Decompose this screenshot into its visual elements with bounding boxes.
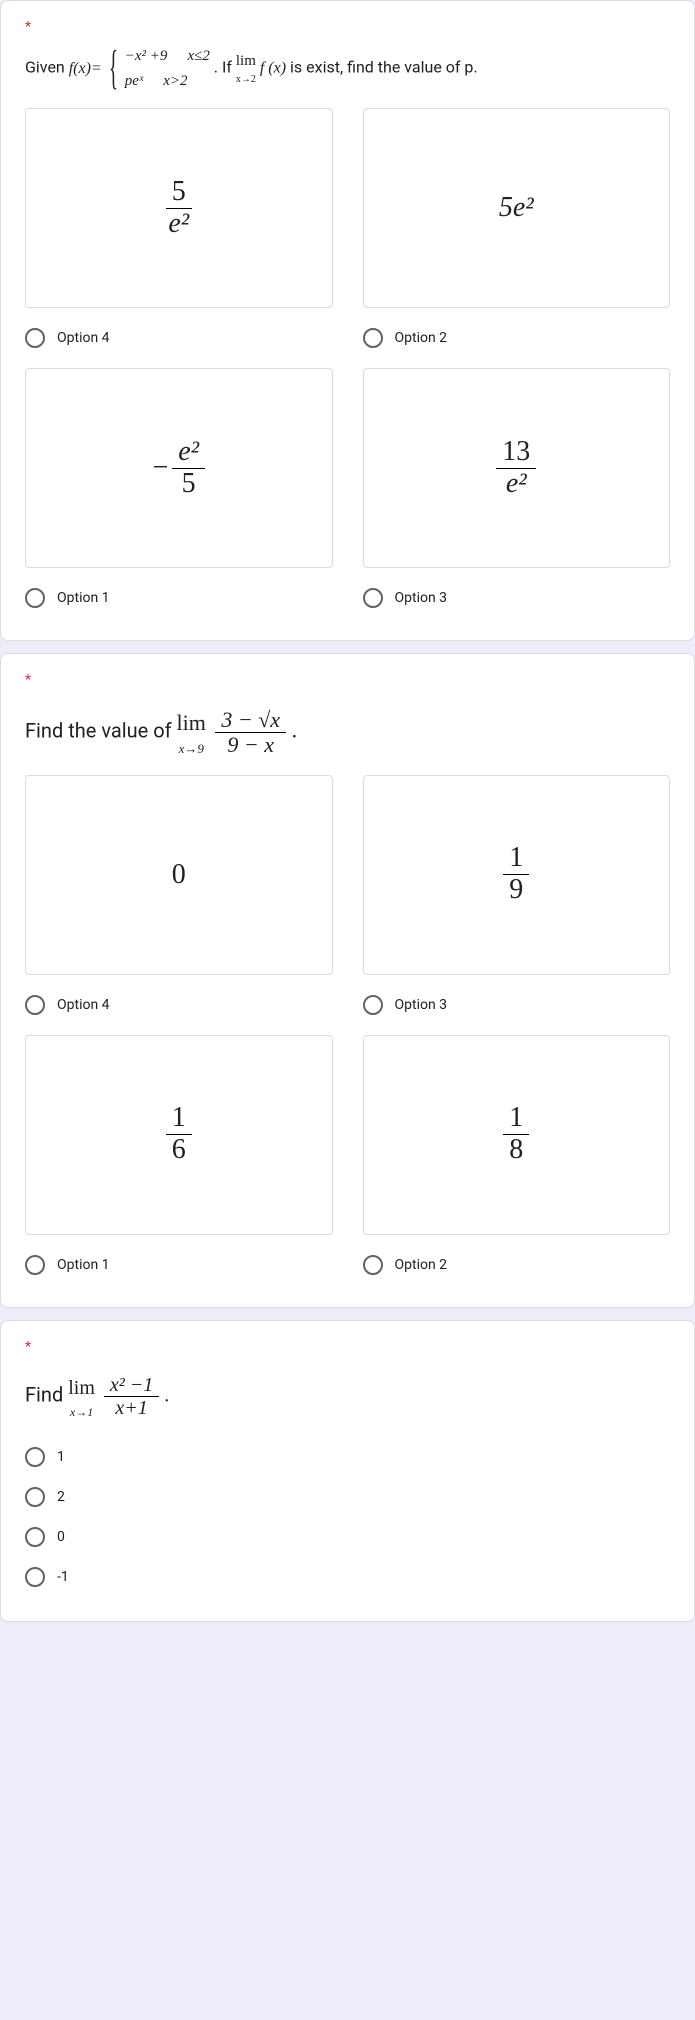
option-image-2b: 19 — [363, 775, 671, 975]
fx-label: f(x)= — [69, 57, 102, 81]
q3-lim-sub: x→1 — [70, 1403, 93, 1421]
option-image-1b: 5e² — [363, 108, 671, 308]
q2-prefix: Find the value of — [25, 718, 177, 742]
required-mark: * — [25, 19, 31, 35]
radio-icon — [25, 1255, 45, 1275]
q2-frac-den: 9 − x — [221, 733, 280, 757]
opt2d-den: 8 — [503, 1135, 529, 1166]
question-card-2: * Find the value of lim x→9 3 − √x 9 − x… — [0, 653, 695, 1308]
piecewise-function: f(x)= { −x² +9 x≤2 peˣ x>2 — [69, 45, 210, 92]
q3-frac-num: x² −1 — [104, 1374, 159, 1397]
left-brace-icon: { — [109, 54, 118, 83]
q2-period: . — [292, 717, 298, 742]
piece2-expr: peˣ — [125, 70, 143, 93]
opt2a-val: 0 — [172, 859, 186, 891]
option-radio-3a[interactable]: 1 — [25, 1437, 670, 1477]
q3-lim-label: lim — [68, 1373, 95, 1403]
opt2c-den: 6 — [166, 1135, 192, 1166]
lim-fx: f (x) — [260, 60, 286, 77]
question-text-3: Find lim x→1 x² −1 x+1 . — [25, 1373, 670, 1421]
opt3c-label: 0 — [57, 1529, 65, 1545]
option-radio-2b[interactable]: Option 3 — [363, 987, 671, 1023]
question-text-1: Given f(x)= { −x² +9x≤2 peˣx>2 . If lim … — [25, 45, 670, 92]
option-image-1c: − e²5 — [25, 368, 333, 568]
option-image-1d: 13e² — [363, 368, 671, 568]
lim-sub: x→2 — [236, 72, 256, 87]
radio-icon — [25, 1527, 45, 1547]
radio-icon — [363, 995, 383, 1015]
opt1c-num: e² — [172, 437, 205, 469]
option-image-2c: 16 — [25, 1035, 333, 1235]
opt2b-den: 9 — [503, 875, 529, 906]
radio-icon — [25, 328, 45, 348]
required-mark: * — [25, 672, 31, 688]
option-radio-3c[interactable]: 0 — [25, 1517, 670, 1557]
opt1d-den: e² — [500, 469, 533, 500]
question-card-3: * Find lim x→1 x² −1 x+1 . 1 2 0 -1 — [0, 1320, 695, 1622]
options-grid-1: 5e² Option 4 5e² Option 2 − e²5 Opt — [25, 108, 670, 616]
opt3b-label: 2 — [57, 1489, 65, 1505]
opt3d-label: -1 — [57, 1569, 69, 1585]
question-card-1: * Given f(x)= { −x² +9 x≤2 peˣ x>2 . If li… — [0, 0, 695, 641]
radio-icon — [25, 1567, 45, 1587]
opt3a-label: 1 — [57, 1449, 65, 1465]
opt1c-neg: − — [152, 452, 168, 484]
option-radio-2d[interactable]: Option 2 — [363, 1247, 671, 1283]
q1-prefix: Given — [25, 58, 69, 77]
opt1a-den: e² — [162, 209, 195, 240]
radio-icon — [25, 995, 45, 1015]
lim-label: lim — [236, 50, 256, 73]
q2-frac-num: 3 − √x — [215, 708, 286, 733]
opt1b-label: Option 2 — [395, 330, 448, 346]
q3-period: . — [164, 1384, 169, 1406]
option-radio-1b[interactable]: Option 2 — [363, 320, 671, 356]
piecewise-rows: −x² +9 x≤2 peˣ x>2 — [125, 45, 210, 92]
options-list-3: 1 2 0 -1 — [25, 1437, 670, 1597]
option-radio-1d[interactable]: Option 3 — [363, 580, 671, 616]
required-mark: * — [25, 1339, 31, 1355]
opt1a-num: 5 — [166, 177, 192, 209]
opt2c-label: Option 1 — [57, 1257, 110, 1273]
option-image-1a: 5e² — [25, 108, 333, 308]
opt2c-num: 1 — [166, 1103, 192, 1135]
radio-icon — [363, 328, 383, 348]
q3-frac-den: x+1 — [109, 1397, 153, 1419]
option-radio-1c[interactable]: Option 1 — [25, 580, 333, 616]
opt1d-label: Option 3 — [395, 590, 448, 606]
option-radio-3d[interactable]: -1 — [25, 1557, 670, 1597]
opt2d-num: 1 — [503, 1103, 529, 1135]
opt1c-label: Option 1 — [57, 590, 110, 606]
radio-icon — [363, 588, 383, 608]
piece2-cond: x>2 — [163, 70, 187, 93]
option-radio-2a[interactable]: Option 4 — [25, 987, 333, 1023]
options-grid-2: 0 Option 4 19 Option 3 16 Option 1 — [25, 775, 670, 1283]
q1-suffix: is exist, find the value of p. — [290, 58, 478, 77]
opt2d-label: Option 2 — [395, 1257, 448, 1273]
option-radio-1a[interactable]: Option 4 — [25, 320, 333, 356]
opt1b-val: 5e² — [499, 192, 534, 224]
opt1d-num: 13 — [496, 437, 536, 469]
question-text-2: Find the value of lim x→9 3 − √x 9 − x . — [25, 706, 670, 759]
radio-icon — [25, 1447, 45, 1467]
option-image-2d: 18 — [363, 1035, 671, 1235]
option-image-2a: 0 — [25, 775, 333, 975]
q1-mid: . If — [214, 58, 236, 77]
q2-lim-sub: x→9 — [179, 739, 204, 759]
q3-prefix: Find — [25, 1382, 68, 1406]
option-radio-2c[interactable]: Option 1 — [25, 1247, 333, 1283]
opt2b-num: 1 — [503, 843, 529, 875]
piece1-expr: −x² +9 — [125, 45, 168, 68]
option-radio-3b[interactable]: 2 — [25, 1477, 670, 1517]
q2-lim-label: lim — [177, 706, 206, 739]
radio-icon — [363, 1255, 383, 1275]
opt1a-label: Option 4 — [57, 330, 110, 346]
opt1c-den: 5 — [176, 469, 202, 500]
radio-icon — [25, 588, 45, 608]
opt2b-label: Option 3 — [395, 997, 448, 1013]
piece1-cond: x≤2 — [187, 45, 209, 68]
radio-icon — [25, 1487, 45, 1507]
opt2a-label: Option 4 — [57, 997, 110, 1013]
